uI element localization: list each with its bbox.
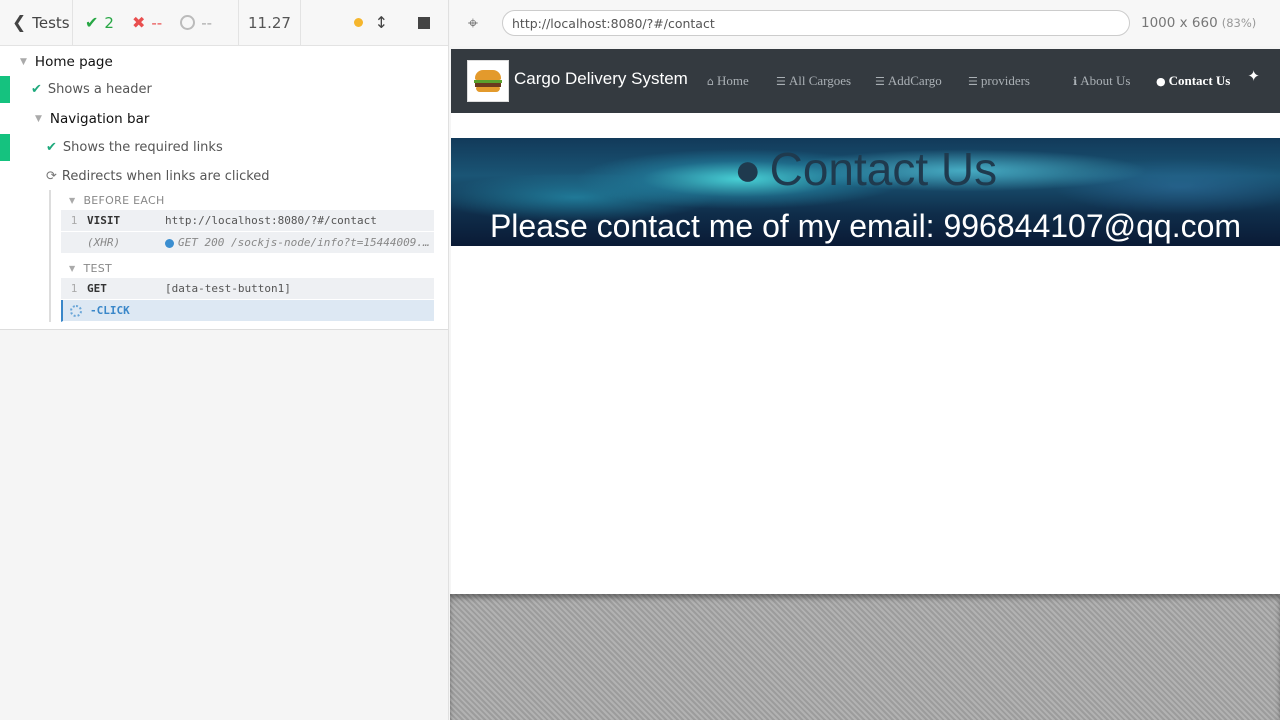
list-icon: ☰: [968, 75, 978, 88]
nav-label: AddCargo: [887, 73, 942, 88]
command-number: 1: [70, 282, 78, 295]
nav-label: Contact Us: [1168, 73, 1231, 88]
test-hook[interactable]: ▼ TEST: [51, 258, 434, 278]
hook-title: BEFORE EACH: [83, 193, 165, 207]
tests-label: Tests: [32, 13, 70, 32]
caret-down-icon: ▼: [69, 195, 76, 205]
test-title: Redirects when links are clicked: [61, 169, 270, 184]
stats: ✔ 2 ✖ -- --: [73, 0, 239, 45]
nav-link-add-cargo[interactable]: ☰ AddCargo: [875, 73, 942, 89]
command-number: 1: [70, 214, 78, 227]
command-message: http://localhost:8080/?#/contact: [165, 214, 377, 227]
command-click[interactable]: -CLICK: [61, 300, 434, 322]
selector-playground-icon[interactable]: ⌖: [450, 13, 496, 34]
test-shows-header[interactable]: ✔ Shows a header: [0, 75, 448, 104]
test-title: Shows the required links: [62, 140, 223, 155]
suite-title: Navigation bar: [49, 110, 150, 127]
hero-title-text: Contact Us: [769, 143, 998, 195]
nav-label: providers: [980, 73, 1030, 88]
failed-stat: ✖ --: [132, 13, 162, 32]
pass-indicator: [0, 134, 10, 161]
suite-navigation-bar[interactable]: ▼ Navigation bar: [0, 104, 448, 133]
aut-iframe: Cargo Delivery System ⌂ Home ☰ All Cargoes…: [451, 49, 1280, 594]
before-each-hook[interactable]: ▼ BEFORE EACH: [51, 190, 434, 210]
test-commands: ▼ BEFORE EACH 1 VISIT http://localhost:8…: [49, 190, 434, 322]
auto-scroll-icon[interactable]: ↕: [375, 13, 388, 32]
running-spinner-icon: ⟳: [46, 169, 57, 184]
suite-home-page[interactable]: ▼ Home page: [0, 46, 448, 75]
pass-indicator: [0, 76, 10, 103]
command-message: [data-test-button1]: [165, 282, 291, 295]
pending-stat: --: [180, 14, 212, 32]
failed-count: --: [151, 13, 163, 32]
command-name: GET: [87, 282, 107, 295]
test-redirects[interactable]: ⟳ Redirects when links are clicked: [0, 162, 448, 191]
contact-hero: ● Contact Us Please contact me of my emai…: [451, 138, 1280, 246]
url-text: http://localhost:8080/?#/contact: [512, 15, 715, 31]
command-xhr[interactable]: (XHR) GET 200 /sockjs-node/info?t=154440…: [61, 232, 434, 254]
comment-icon: ●: [733, 143, 762, 195]
test-shows-links[interactable]: ✔ Shows the required links: [0, 133, 448, 162]
nav-label: Home: [716, 73, 749, 88]
command-visit[interactable]: 1 VISIT http://localhost:8080/?#/contact: [61, 210, 434, 232]
nav-link-contact-us[interactable]: ● Contact Us: [1156, 73, 1230, 89]
hero-contact-text: Please contact me of my email: 996844107…: [489, 208, 1242, 244]
command-name: (XHR): [87, 236, 121, 249]
list-icon: ☰: [875, 75, 885, 88]
viewport-size: 1000 x 660: [1141, 15, 1218, 31]
aut-empty-area: [450, 594, 1280, 720]
brand-logo[interactable]: [467, 60, 509, 102]
caret-down-icon: ▼: [35, 113, 42, 124]
burger-icon: [474, 70, 502, 92]
runnables-list: ▼ Home page ✔ Shows a header ▼ Navigatio…: [0, 46, 448, 330]
passed-count: 2: [104, 13, 114, 32]
caret-down-icon: ▼: [69, 263, 76, 273]
reporter-header: ❮ Tests ✔ 2 ✖ -- -- 11.27 ↕: [0, 0, 448, 46]
comment-icon: ●: [1156, 75, 1166, 88]
nav-label: All Cargoes: [788, 73, 852, 88]
running-indicator-icon: [353, 18, 363, 27]
command-name: VISIT: [87, 214, 121, 227]
viewport-info: 1000 x 660 (83%): [1141, 15, 1256, 31]
command-get[interactable]: 1 GET [data-test-button1]: [61, 278, 434, 300]
loading-spinner-icon: [70, 304, 82, 317]
brand-name[interactable]: Cargo Delivery System: [514, 69, 688, 89]
caret-down-icon: ▼: [20, 56, 27, 67]
pending-count: --: [201, 13, 213, 32]
pending-ring-icon: [180, 15, 196, 30]
hook-title: TEST: [83, 261, 113, 275]
info-icon: ℹ: [1073, 75, 1078, 88]
nav-link-home[interactable]: ⌂ Home: [707, 73, 749, 89]
nav-link-about-us[interactable]: ℹ About Us: [1073, 73, 1130, 89]
nav-link-providers[interactable]: ☰ providers: [968, 73, 1030, 89]
xhr-status-dot-icon: [165, 238, 174, 248]
chevron-left-icon: ❮: [12, 12, 27, 33]
passed-stat: ✔ 2: [85, 13, 114, 32]
cursor-icon: ✦: [1247, 67, 1260, 85]
aut-header: ⌖ http://localhost:8080/?#/contact 1000 …: [450, 0, 1280, 46]
nav-link-all-cargoes[interactable]: ☰ All Cargoes: [776, 73, 851, 89]
controls: ↕: [301, 0, 448, 45]
x-icon: ✖: [131, 13, 146, 32]
list-icon: ☰: [776, 75, 786, 88]
hero-title: ● Contact Us: [451, 142, 1280, 196]
check-icon: ✔: [85, 13, 99, 32]
viewport-scale: (83%): [1221, 16, 1257, 30]
test-title: Shows a header: [47, 82, 152, 97]
url-bar[interactable]: http://localhost:8080/?#/contact: [502, 10, 1130, 36]
check-icon: ✔: [31, 82, 42, 97]
duration: 11.27: [239, 0, 301, 45]
home-icon: ⌂: [707, 75, 714, 88]
stop-icon[interactable]: [418, 16, 430, 29]
reporter-panel: ❮ Tests ✔ 2 ✖ -- -- 11.27 ↕ ▼ Home page …: [0, 0, 449, 720]
command-message: GET 200 /sockjs-node/info?t=15444009...: [178, 236, 434, 249]
command-message-wrap: GET 200 /sockjs-node/info?t=15444009...: [165, 236, 434, 249]
command-name: -CLICK: [90, 304, 130, 317]
tests-button[interactable]: ❮ Tests: [0, 0, 73, 45]
check-icon: ✔: [46, 140, 57, 155]
nav-label: About Us: [1080, 73, 1131, 88]
suite-title: Home page: [34, 53, 113, 70]
app-navbar: Cargo Delivery System ⌂ Home ☰ All Cargoes…: [451, 49, 1280, 113]
